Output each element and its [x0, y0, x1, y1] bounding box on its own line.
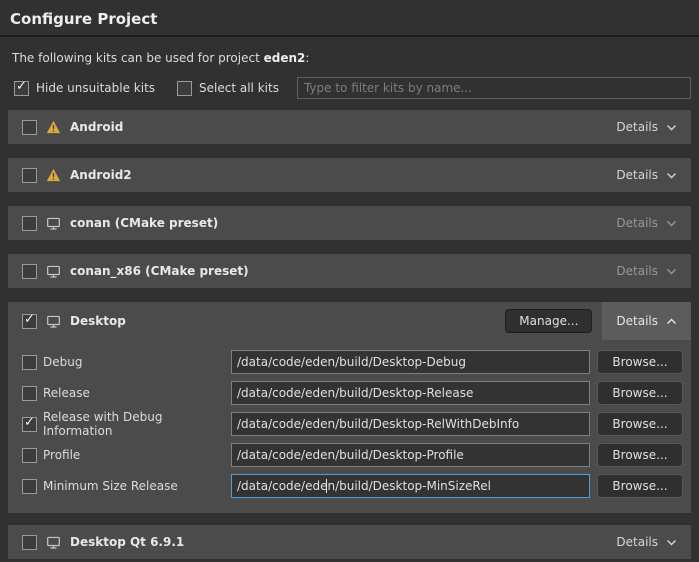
kit-row-android2: Android2 Details: [8, 158, 691, 192]
details-toggle[interactable]: Details: [602, 206, 691, 240]
monitor-icon: [46, 535, 61, 550]
kit-block-desktop: Desktop Manage... Details Debug Browse..…: [8, 302, 691, 513]
manage-button[interactable]: Manage...: [505, 309, 592, 333]
details-toggle[interactable]: Details: [602, 110, 691, 144]
build-dir-input[interactable]: [231, 443, 590, 467]
build-dir-field: [231, 350, 590, 374]
chevron-down-icon: [666, 264, 677, 278]
chevron-down-icon: [666, 535, 677, 549]
title-divider: [0, 35, 699, 37]
monitor-icon: [46, 216, 61, 231]
kit-name: Desktop: [70, 314, 126, 328]
kit-controls: Hide unsuitable kits Select all kits: [14, 77, 691, 99]
details-toggle[interactable]: Details: [602, 158, 691, 192]
config-label: Minimum Size Release: [43, 479, 231, 493]
kit-name: Android: [70, 120, 123, 134]
kit-name: conan (CMake preset): [70, 216, 218, 230]
intro-text-before: The following kits can be used for proje…: [12, 51, 264, 65]
kit-checkbox[interactable]: [22, 168, 37, 183]
kit-row-android: Android Details: [8, 110, 691, 144]
kit-name: Desktop Qt 6.9.1: [70, 535, 184, 549]
details-toggle[interactable]: Details: [602, 525, 691, 559]
kit-list: Android Details Android2 Details c: [0, 110, 699, 559]
kit-checkbox[interactable]: [22, 264, 37, 279]
browse-button[interactable]: Browse...: [597, 474, 683, 498]
browse-button[interactable]: Browse...: [597, 443, 683, 467]
browse-button[interactable]: Browse...: [597, 350, 683, 374]
monitor-icon: [46, 264, 61, 279]
select-all-label: Select all kits: [199, 81, 279, 95]
build-dir-input[interactable]: [231, 474, 590, 498]
chevron-up-icon: [666, 314, 677, 328]
kit-name: Android2: [70, 168, 132, 182]
page-title: Configure Project: [0, 0, 699, 28]
config-row-relwithdebinfo: Release with Debug Information Browse...: [22, 412, 683, 436]
config-label: Profile: [43, 448, 231, 462]
details-toggle-expanded[interactable]: Details: [602, 302, 691, 340]
chevron-down-icon: [666, 168, 677, 182]
details-label: Details: [616, 168, 658, 182]
config-row-release: Release Browse...: [22, 381, 683, 405]
build-dir-field: [231, 474, 590, 498]
build-configurations: Debug Browse... Release Browse...: [8, 340, 691, 498]
config-label: Release with Debug Information: [43, 410, 231, 438]
details-label: Details: [616, 216, 658, 230]
details-toggle[interactable]: Details: [602, 254, 691, 288]
chevron-down-icon: [666, 216, 677, 230]
hide-unsuitable-checkbox[interactable]: [14, 81, 29, 96]
warning-icon: [46, 168, 61, 182]
select-all-checkbox[interactable]: [177, 81, 192, 96]
details-label: Details: [616, 314, 658, 328]
browse-button[interactable]: Browse...: [597, 381, 683, 405]
kit-name: conan_x86 (CMake preset): [70, 264, 249, 278]
kit-checkbox[interactable]: [22, 535, 37, 550]
warning-icon: [46, 120, 61, 134]
config-checkbox[interactable]: [22, 386, 37, 401]
build-dir-field: [231, 443, 590, 467]
hide-unsuitable-kits-option[interactable]: Hide unsuitable kits: [14, 81, 155, 96]
kit-row-desktop: Desktop Manage... Details: [8, 302, 691, 340]
config-checkbox[interactable]: [22, 355, 37, 370]
build-dir-input[interactable]: [231, 350, 590, 374]
intro-text-after: :: [305, 51, 309, 65]
kit-checkbox[interactable]: [22, 120, 37, 135]
configure-project-page: Configure Project The following kits can…: [0, 0, 699, 559]
browse-button[interactable]: Browse...: [597, 412, 683, 436]
kit-row-desktop-qt: Desktop Qt 6.9.1 Details: [8, 525, 691, 559]
config-checkbox[interactable]: [22, 417, 37, 432]
kit-row-conan: conan (CMake preset) Details: [8, 206, 691, 240]
kit-checkbox[interactable]: [22, 216, 37, 231]
build-dir-input[interactable]: [231, 381, 590, 405]
build-dir-field: [231, 381, 590, 405]
kit-checkbox[interactable]: [22, 314, 37, 329]
config-row-profile: Profile Browse...: [22, 443, 683, 467]
config-label: Debug: [43, 355, 231, 369]
project-name: eden2: [264, 51, 306, 65]
build-dir-field: [231, 412, 590, 436]
config-label: Release: [43, 386, 231, 400]
monitor-icon: [46, 314, 61, 329]
chevron-down-icon: [666, 120, 677, 134]
details-label: Details: [616, 264, 658, 278]
config-checkbox[interactable]: [22, 479, 37, 494]
details-label: Details: [616, 120, 658, 134]
kit-row-conan-x86: conan_x86 (CMake preset) Details: [8, 254, 691, 288]
config-checkbox[interactable]: [22, 448, 37, 463]
config-row-minsizerel: Minimum Size Release Browse...: [22, 474, 683, 498]
select-all-kits-option[interactable]: Select all kits: [177, 81, 279, 96]
config-row-debug: Debug Browse...: [22, 350, 683, 374]
intro-text: The following kits can be used for proje…: [12, 51, 699, 65]
details-label: Details: [616, 535, 658, 549]
kit-filter-input[interactable]: [297, 77, 691, 99]
build-dir-input[interactable]: [231, 412, 590, 436]
hide-unsuitable-label: Hide unsuitable kits: [36, 81, 155, 95]
